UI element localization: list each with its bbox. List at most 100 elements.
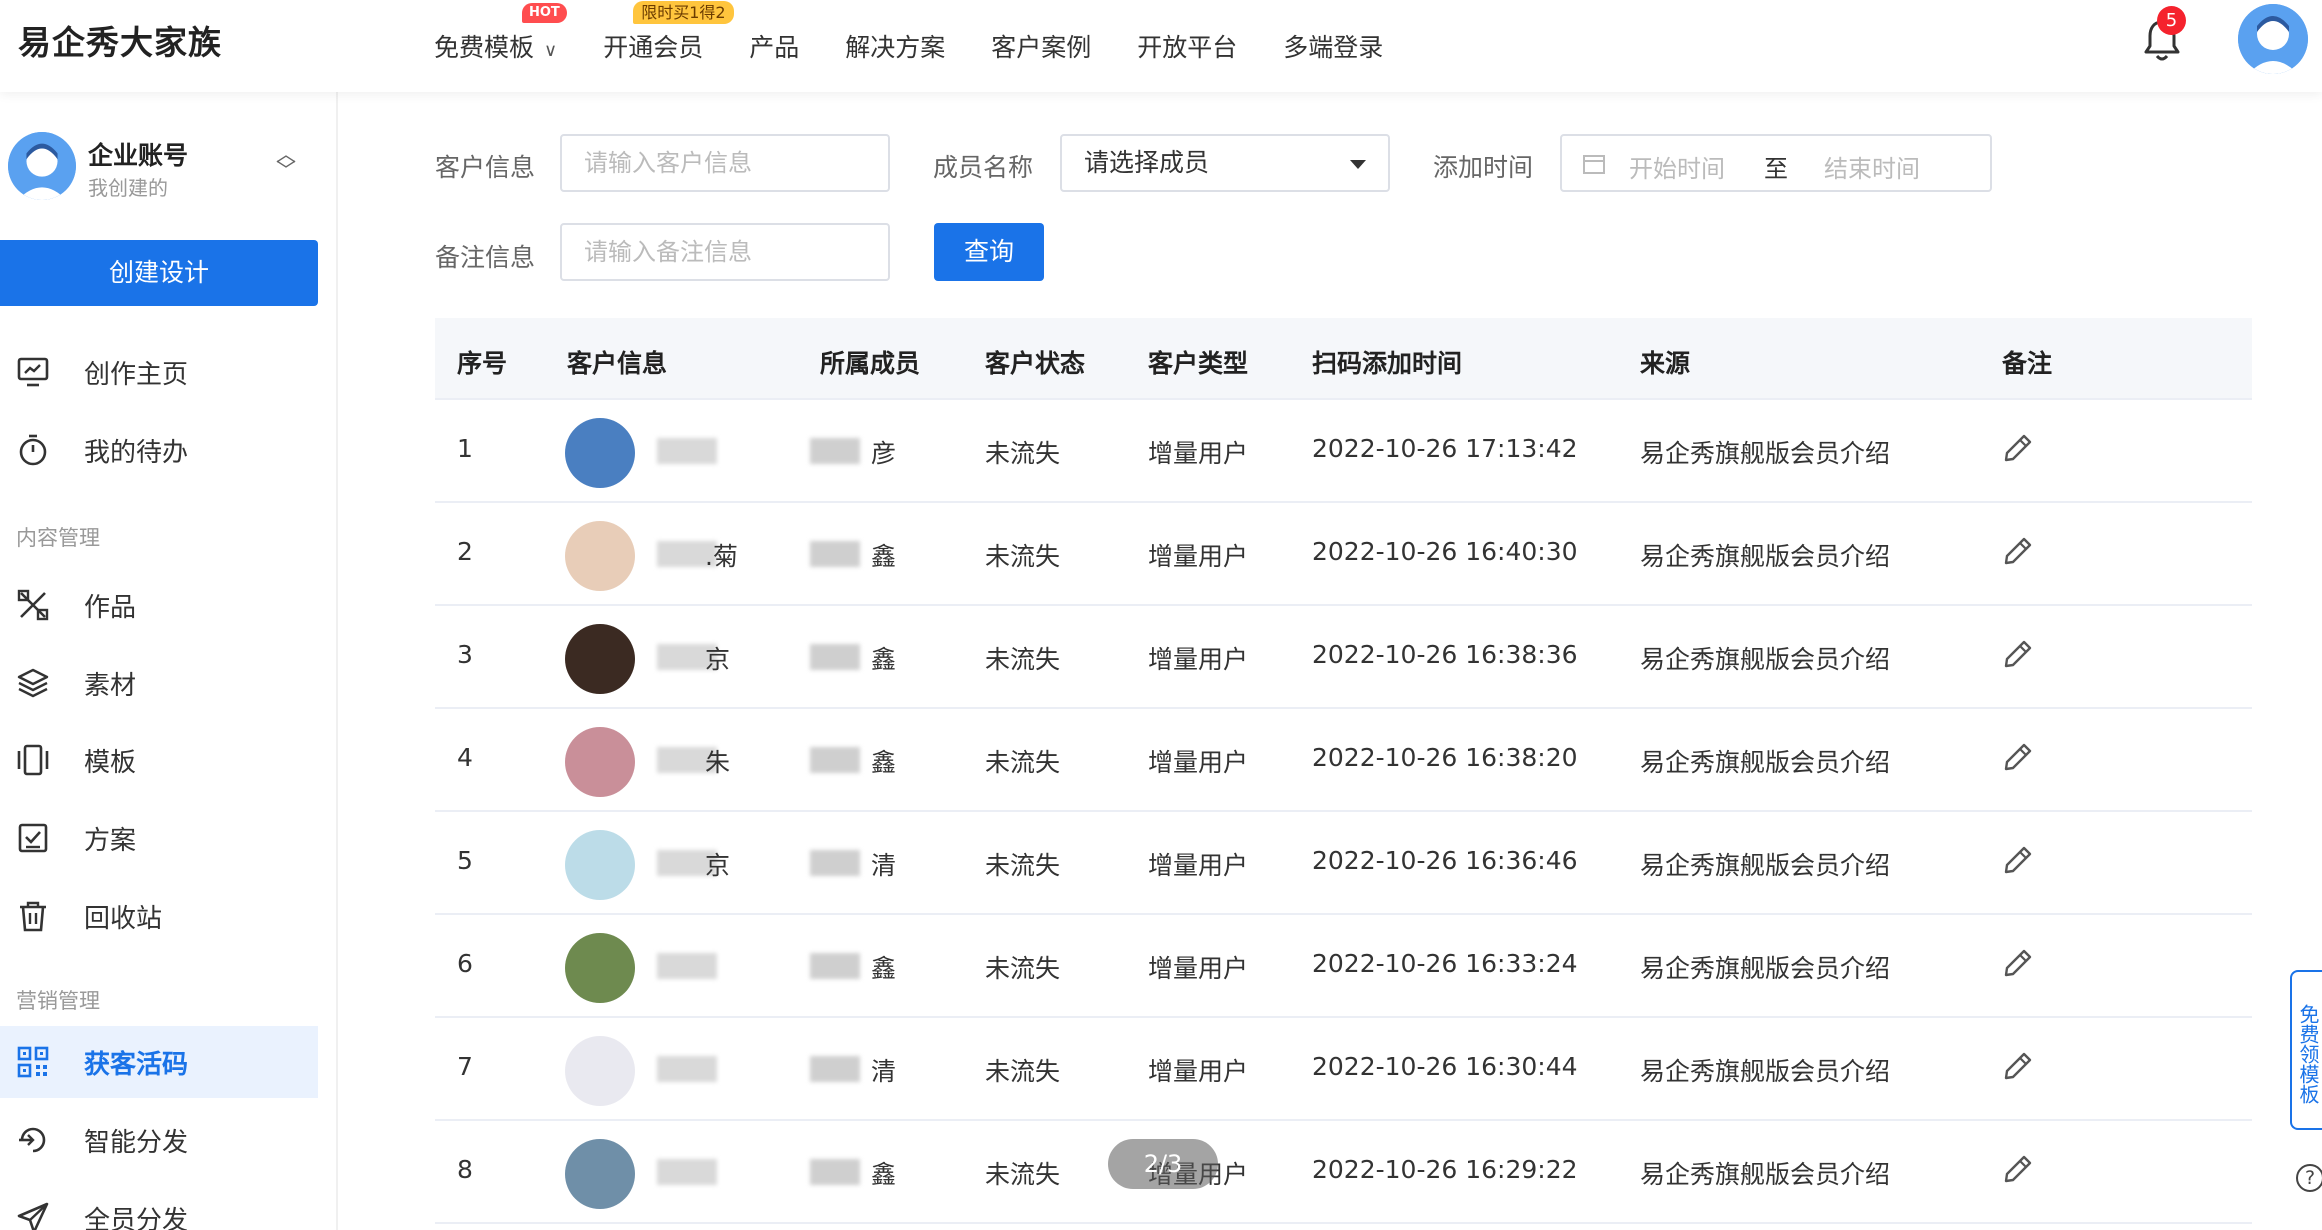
avatar-person-icon	[8, 132, 76, 200]
customer-name-fragment: 朱	[705, 748, 731, 777]
customer-info-input[interactable]	[560, 134, 890, 192]
query-button[interactable]: 查询	[934, 223, 1044, 281]
sidebar-item-plans[interactable]: 方案	[0, 802, 318, 874]
sidebar-item-templates[interactable]: 模板	[0, 724, 318, 796]
customer-name-redacted	[657, 1056, 717, 1082]
nav-multi-login[interactable]: 多端登录	[1283, 28, 1383, 64]
pencil-icon[interactable]	[2002, 432, 2034, 464]
customer-name-fragment: 京	[705, 645, 731, 674]
nav-free-templates[interactable]: 免费模板 ∨ HOT	[434, 3, 567, 64]
sidebar-item-works[interactable]: 作品	[0, 569, 318, 641]
tools-icon	[14, 586, 52, 624]
member-name-redacted	[810, 953, 860, 979]
sidebar-item-home[interactable]: 创作主页	[0, 336, 318, 408]
member-name-redacted	[810, 1056, 860, 1082]
table-row[interactable]: 8鑫未流失增量用户2022-10-26 16:29:22易企秀旗舰版会员介绍	[435, 1121, 2252, 1224]
help-icon[interactable]: ?	[2296, 1164, 2322, 1192]
table-row[interactable]: 1 彦 未流失 增量用户 2022-10-26 17:13:42 易企秀旗舰版会员介绍	[435, 400, 2252, 503]
table-row[interactable]: 2 .菊 鑫 未流失 增量用户 2022-10-26 16:40:30 易企秀旗舰版会员介绍	[435, 503, 2252, 606]
customer-name-fragment: .菊	[705, 542, 738, 571]
sidebar-item-materials[interactable]: 素材	[0, 647, 318, 719]
table-row[interactable]: 3 京 鑫 未流失 增量用户 2022-10-26 16:38:36 易企秀旗舰版会员介绍	[435, 606, 2252, 709]
column-header-remark: 备注	[2002, 349, 2053, 378]
nav-open-platform[interactable]: 开放平台	[1137, 28, 1237, 64]
caret-down-icon	[1350, 160, 1366, 169]
user-avatar[interactable]	[2238, 4, 2308, 74]
end-time-placeholder[interactable]: 结束时间	[1824, 149, 1920, 184]
customer-avatar	[565, 830, 635, 900]
brand-logo-text[interactable]: 易企秀大家族	[18, 16, 222, 64]
remark-info-input[interactable]	[560, 223, 890, 281]
pencil-icon[interactable]	[2002, 638, 2034, 670]
source: 易企秀旗舰版会员介绍	[1640, 1160, 1891, 1189]
pencil-icon[interactable]	[2002, 535, 2034, 567]
sidebar-item-lead-qrcode[interactable]: 获客活码	[0, 1026, 318, 1098]
scan-add-time: 2022-10-26 16:30:44	[1312, 1052, 1578, 1081]
table-row[interactable]: 4 朱 鑫 未流失 增量用户 2022-10-26 16:38:20 易企秀旗舰版会员介绍	[435, 709, 2252, 812]
account-switcher[interactable]: 企业账号 我创建的 ︿ ﹀	[8, 132, 328, 212]
sidebar-item-label: 全员分发	[84, 1205, 189, 1230]
table-header: 序号 客户信息 所属成员 客户状态 客户类型 扫码添加时间 来源 备注	[435, 318, 2252, 400]
create-design-button[interactable]: 创建设计	[0, 240, 318, 306]
range-separator: 至	[1764, 155, 1788, 183]
nav-membership[interactable]: 开通会员 限时买1得2	[603, 1, 734, 64]
sidebar-item-all-staff-distribute[interactable]: 全员分发	[0, 1182, 318, 1230]
row-index: 3	[457, 640, 473, 669]
member-name-fragment: 鑫	[871, 542, 897, 571]
account-subtitle: 我创建的	[88, 176, 168, 200]
sidebar-item-todo[interactable]: 我的待办	[0, 414, 318, 486]
layers-icon	[14, 664, 52, 702]
table-row[interactable]: 6 鑫 未流失 增量用户 2022-10-26 16:33:24 易企秀旗舰版会员介绍	[435, 915, 2252, 1018]
sidebar-item-label: 智能分发	[84, 1127, 189, 1158]
pencil-icon[interactable]	[2002, 947, 2034, 979]
customer-status: 未流失	[985, 645, 1061, 674]
nav-membership-label: 开通会员	[603, 33, 704, 62]
sidebar-item-recycle-bin[interactable]: 回收站	[0, 880, 318, 952]
customer-status: 未流失	[985, 851, 1061, 880]
sidebar-item-label: 作品	[84, 592, 137, 623]
pencil-icon[interactable]	[2002, 1050, 2034, 1082]
column-header-index: 序号	[457, 349, 508, 378]
nav-cases[interactable]: 客户案例	[991, 28, 1091, 64]
customer-name-fragment: 京	[705, 851, 731, 880]
member-name-redacted	[810, 644, 860, 670]
customer-status: 未流失	[985, 542, 1061, 571]
date-range-picker[interactable]: 开始时间 至 结束时间	[1560, 134, 1992, 192]
sidebar-item-label: 回收站	[84, 903, 163, 934]
row-index: 4	[457, 743, 473, 772]
pencil-icon[interactable]	[2002, 741, 2034, 773]
pencil-icon[interactable]	[2002, 844, 2034, 876]
template-icon	[14, 741, 52, 779]
source: 易企秀旗舰版会员介绍	[1640, 439, 1891, 468]
start-time-placeholder[interactable]: 开始时间	[1629, 149, 1725, 184]
account-name: 企业账号	[88, 141, 189, 170]
member-name-redacted	[810, 541, 860, 567]
page-indicator: 2/3	[1108, 1139, 1218, 1189]
customer-avatar	[565, 1036, 635, 1106]
customer-avatar	[565, 1139, 635, 1209]
chevron-up-down-icon[interactable]: ︿ ﹀	[276, 144, 296, 180]
column-header-scan-time: 扫码添加时间	[1312, 349, 1463, 378]
scan-add-time: 2022-10-26 16:29:22	[1312, 1155, 1578, 1184]
table-row[interactable]: 5 京 清 未流失 增量用户 2022-10-26 16:36:46 易企秀旗舰版会员介绍	[435, 812, 2252, 915]
sidebar-item-label: 模板	[84, 747, 137, 778]
pencil-icon[interactable]	[2002, 1153, 2034, 1185]
sidebar-item-smart-distribute[interactable]: 智能分发	[0, 1104, 318, 1176]
scan-add-time: 2022-10-26 16:38:36	[1312, 640, 1578, 669]
free-template-side-tab[interactable]: 免费领模板	[2290, 970, 2322, 1130]
scan-add-time: 2022-10-26 16:33:24	[1312, 949, 1578, 978]
customer-status: 未流失	[985, 439, 1061, 468]
source: 易企秀旗舰版会员介绍	[1640, 645, 1891, 674]
section-title-content: 内容管理	[16, 526, 100, 550]
member-name-redacted	[810, 438, 860, 464]
nav-solutions[interactable]: 解决方案	[845, 28, 945, 64]
remark-info-label: 备注信息	[435, 243, 536, 272]
nav-products[interactable]: 产品	[749, 28, 799, 64]
scan-add-time: 2022-10-26 16:38:20	[1312, 743, 1578, 772]
member-name-fragment: 鑫	[871, 954, 897, 983]
sidebar: 企业账号 我创建的 ︿ ﹀ 创建设计 创作主页 我的待办 内容管理 作品 素材 模…	[0, 92, 338, 1230]
member-select[interactable]: 请选择成员	[1060, 134, 1390, 192]
customer-type: 增量用户	[1148, 645, 1249, 674]
table-row[interactable]: 7 清 未流失 增量用户 2022-10-26 16:30:44 易企秀旗舰版会员介绍	[435, 1018, 2252, 1121]
source: 易企秀旗舰版会员介绍	[1640, 1057, 1891, 1086]
